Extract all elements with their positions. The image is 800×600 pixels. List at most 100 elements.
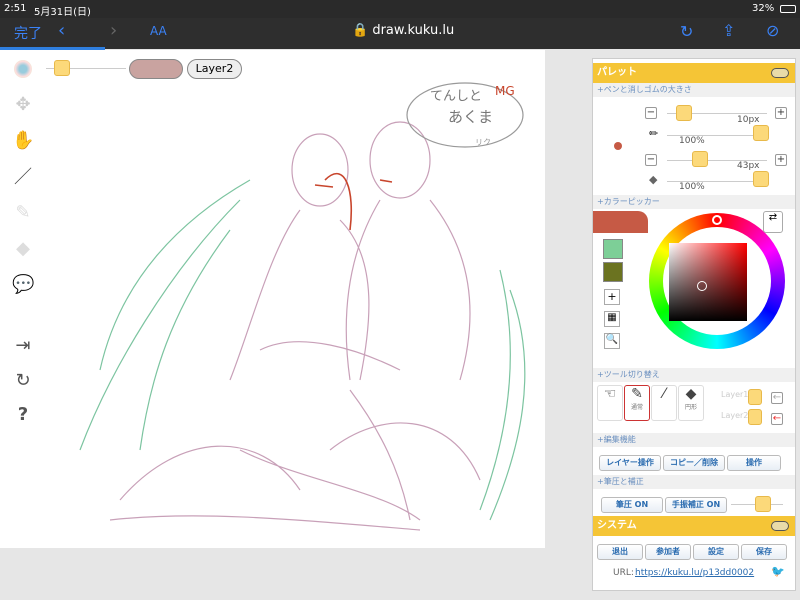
eraser-icon: ◆	[685, 386, 697, 402]
palette-title: パレット	[597, 67, 637, 78]
hand-icon[interactable]: ✋	[12, 130, 34, 152]
eraser-size-value: 43px	[737, 161, 760, 171]
save-button[interactable]: 保存	[741, 544, 787, 560]
color-wheel-icon[interactable]	[14, 60, 32, 78]
redo-icon[interactable]: ↻	[12, 370, 34, 392]
stabilizer-toggle[interactable]: 手振補正 ON	[665, 497, 727, 513]
layer1-opacity[interactable]	[748, 389, 762, 405]
done-button[interactable]: 完了	[14, 23, 42, 43]
settings-button[interactable]: 設定	[693, 544, 739, 560]
system-title: システム	[597, 520, 637, 531]
eraser-icon: ◆	[649, 173, 658, 186]
layer2-opacity[interactable]	[748, 409, 762, 425]
tool-switch-row: ☜ ✎ 通常 ⁄ ◆ 円形 Layer1 Layer2 ← ←	[593, 365, 795, 435]
operation-button[interactable]: 操作	[727, 455, 781, 471]
chat-icon[interactable]: 💬	[12, 274, 34, 296]
copy-delete-button[interactable]: コピー／削除	[663, 455, 725, 471]
palette-toggle[interactable]	[771, 68, 789, 78]
forward-icon[interactable]: ›	[110, 20, 117, 41]
status-time: 2:51	[4, 3, 27, 14]
stabilizer-knob[interactable]	[755, 496, 771, 512]
status-date: 5月31日(日)	[34, 7, 91, 18]
edit-section-label[interactable]: +編集機能	[593, 433, 795, 447]
help-icon[interactable]: ?	[12, 404, 34, 426]
layer2-select-arrow[interactable]: ←	[771, 413, 783, 425]
palette-grid-icon[interactable]: ▦	[604, 311, 620, 327]
eraser-opacity-knob[interactable]	[753, 171, 769, 187]
sv-handle[interactable]	[697, 281, 707, 291]
tool-dropper[interactable]: ⁄	[651, 385, 677, 421]
size-slider-knob[interactable]	[54, 60, 70, 76]
browser-toolbar: 完了 ‹ › AA 🔒 draw.kuku.lu ↻ ⇪ ⊘	[0, 18, 800, 49]
drawing-canvas[interactable]: てんしと あくま MG リク	[0, 50, 545, 548]
exit-button[interactable]: 退出	[597, 544, 643, 560]
brush-preview-dot	[614, 142, 622, 150]
layer-ops-button[interactable]: レイヤー操作	[599, 455, 661, 471]
dropper-icon: ⁄	[662, 386, 666, 402]
move-icon[interactable]: ✥	[12, 94, 34, 116]
color-mode-icon[interactable]: ⇄	[763, 211, 783, 233]
saturation-box[interactable]	[669, 243, 747, 321]
exit-icon[interactable]: ⇥	[12, 335, 34, 357]
pen-icon: ✏	[649, 127, 659, 140]
palette-header[interactable]: パレット	[593, 63, 795, 83]
layer1-label[interactable]: Layer1	[721, 390, 748, 399]
reload-icon[interactable]: ↻	[680, 22, 693, 41]
pen-size-knob[interactable]	[676, 105, 692, 121]
tool-hand[interactable]: ☜	[597, 385, 623, 421]
address-bar[interactable]: 🔒 draw.kuku.lu	[352, 23, 454, 38]
color-swatch-1[interactable]	[603, 239, 623, 259]
back-icon[interactable]: ‹	[58, 20, 65, 41]
url-label: URL:	[613, 568, 634, 578]
tool-pen[interactable]: ✎ 通常	[624, 385, 650, 421]
pen-size-minus[interactable]: −	[645, 107, 657, 119]
hand-icon: ☜	[603, 386, 617, 402]
figure-strokes	[109, 121, 481, 531]
pressure-section-label[interactable]: +筆圧と補正	[593, 475, 795, 489]
palette-panel: パレット +ペンと消しゴムの大きさ − + 10px ✏ 100% − + 43…	[592, 58, 796, 591]
battery-level: 32%	[752, 3, 775, 14]
url-text: draw.kuku.lu	[372, 23, 455, 38]
pencil-icon[interactable]: ✎	[12, 202, 34, 224]
zoom-icon[interactable]: 🔍	[604, 333, 620, 349]
layer-button[interactable]: Layer2	[187, 59, 242, 79]
face-strokes	[314, 173, 393, 231]
pressure-toggle[interactable]: 筆圧 ON	[601, 497, 663, 513]
compass-icon[interactable]: ⊘	[766, 21, 779, 40]
tag-text: MG	[495, 84, 515, 98]
share-icon[interactable]: ⇪	[722, 21, 735, 40]
add-swatch-icon[interactable]: +	[604, 289, 620, 305]
system-header[interactable]: システム	[593, 516, 795, 536]
current-color-button[interactable]	[129, 59, 183, 79]
participants-button[interactable]: 参加者	[645, 544, 691, 560]
layer2-label[interactable]: Layer2	[721, 411, 748, 420]
wing-strokes	[79, 179, 526, 521]
eraser-size-minus[interactable]: −	[645, 154, 657, 166]
picker-section-label[interactable]: +カラーピッカー	[593, 195, 795, 209]
eraser-opacity-value: 100%	[679, 182, 705, 192]
speech-text-2: あくま	[448, 108, 493, 126]
size-section-label[interactable]: +ペンと消しゴムの大きさ	[593, 83, 795, 97]
hue-handle[interactable]	[712, 215, 722, 225]
room-url-link[interactable]: https://kuku.lu/p13dd0002	[635, 568, 754, 578]
pen-opacity-knob[interactable]	[753, 125, 769, 141]
eraser-size-knob[interactable]	[692, 151, 708, 167]
hue-ring[interactable]	[649, 213, 785, 349]
tool-eraser[interactable]: ◆ 円形	[678, 385, 704, 421]
battery-icon	[780, 5, 796, 13]
status-bar: 2:51 5月31日(日) 32%	[0, 0, 800, 18]
pen-icon[interactable]: ／	[12, 167, 34, 189]
system-toggle[interactable]	[771, 521, 789, 531]
small-text: リク	[475, 138, 491, 147]
eraser-icon[interactable]: ◆	[12, 238, 34, 260]
speech-text-1: てんしと	[430, 89, 482, 104]
pen-icon: ✎	[631, 386, 643, 402]
text-size-button[interactable]: AA	[150, 24, 167, 38]
layer1-select-arrow[interactable]: ←	[771, 392, 783, 404]
pen-size-value: 10px	[737, 115, 760, 125]
pen-size-plus[interactable]: +	[775, 107, 787, 119]
twitter-icon[interactable]: 🐦	[771, 565, 785, 578]
eraser-size-plus[interactable]: +	[775, 154, 787, 166]
pen-opacity-value: 100%	[679, 136, 705, 146]
color-swatch-2[interactable]	[603, 262, 623, 282]
